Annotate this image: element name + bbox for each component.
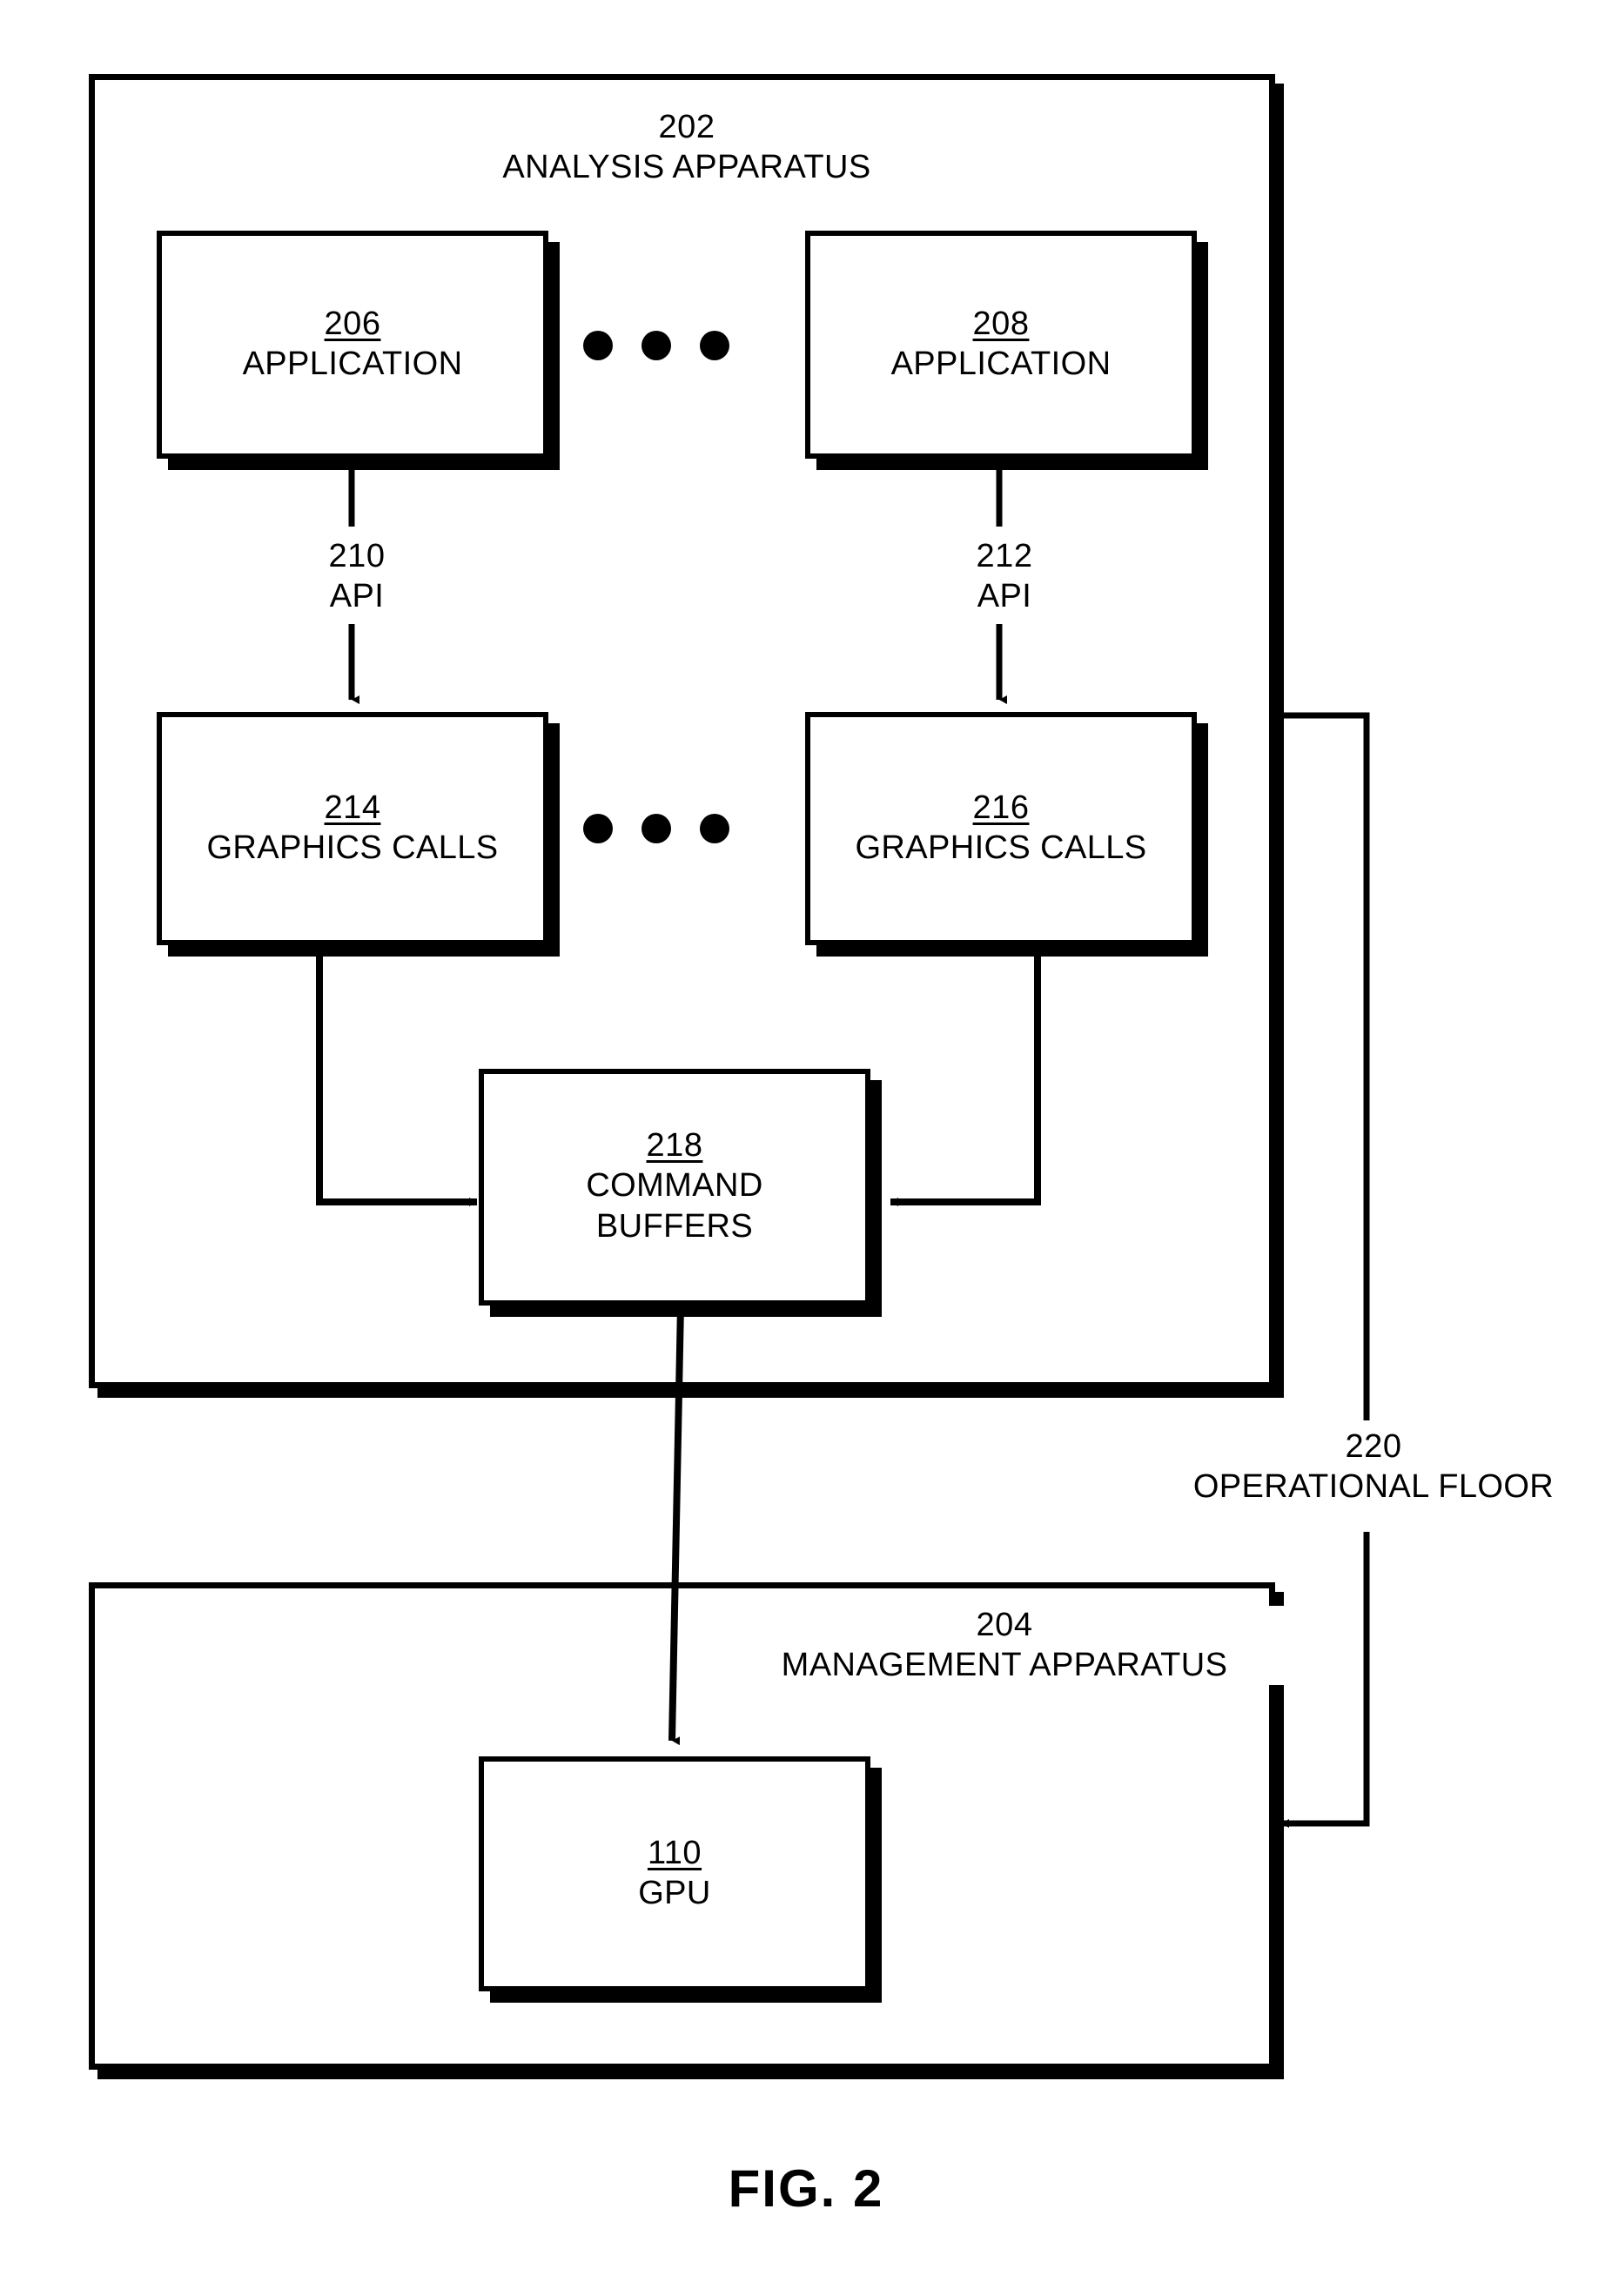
command-buffers-label: COMMAND BUFFERS [586, 1165, 762, 1248]
operational-floor-label: OPERATIONAL FLOOR [1192, 1467, 1555, 1505]
figure-caption: FIG. 2 [728, 2159, 884, 2218]
management-apparatus-caption: 204 MANAGEMENT APPARATUS [703, 1606, 1306, 1686]
analysis-apparatus-caption: 202 ANALYSIS APPARATUS [438, 108, 936, 188]
ellipsis-graphics-calls [583, 814, 729, 843]
graphics-calls-right-ref: 216 [972, 789, 1030, 827]
command-buffers-box[interactable]: 218 COMMAND BUFFERS [479, 1069, 870, 1306]
graphics-calls-right-label: GRAPHICS CALLS [855, 829, 1147, 867]
connector-operational-floor-upper [1275, 712, 1370, 1420]
ellipsis-dot [641, 814, 671, 843]
api-left-caption: 210 API [273, 537, 440, 617]
application-right-label: APPLICATION [890, 346, 1112, 383]
ellipsis-dot [583, 814, 613, 843]
ellipsis-applications [583, 331, 729, 360]
ellipsis-dot [583, 331, 613, 360]
graphics-calls-left-box[interactable]: 214 GRAPHICS CALLS [157, 712, 548, 945]
api-right-label: API [977, 577, 1032, 614]
application-left-box[interactable]: 206 APPLICATION [157, 231, 548, 459]
application-left-label: APPLICATION [242, 346, 463, 383]
analysis-apparatus-ref: 202 [658, 109, 715, 145]
ellipsis-dot [700, 331, 729, 360]
operational-floor-caption: 220 OPERATIONAL FLOOR [1142, 1427, 1605, 1507]
figure-page: 202 ANALYSIS APPARATUS 206 APPLICATION 2… [0, 0, 1612, 2296]
operational-floor-ref: 220 [1345, 1428, 1402, 1465]
ellipsis-dot [700, 814, 729, 843]
gpu-box[interactable]: 110 GPU [479, 1756, 870, 1991]
ellipsis-dot [641, 331, 671, 360]
gpu-ref: 110 [647, 1835, 702, 1872]
api-left-label: API [329, 577, 385, 614]
command-buffers-label-line2: BUFFERS [595, 1208, 754, 1245]
command-buffers-label-line1: COMMAND [586, 1166, 763, 1204]
graphics-calls-right-box[interactable]: 216 GRAPHICS CALLS [805, 712, 1197, 945]
api-right-caption: 212 API [921, 537, 1088, 617]
command-buffers-ref: 218 [646, 1127, 703, 1165]
application-right-box[interactable]: 208 APPLICATION [805, 231, 1197, 459]
management-apparatus-label: MANAGEMENT APPARATUS [781, 1646, 1228, 1683]
api-right-ref: 212 [976, 538, 1033, 574]
analysis-apparatus-label: ANALYSIS APPARATUS [502, 148, 871, 185]
application-left-ref: 206 [324, 305, 381, 343]
application-right-ref: 208 [972, 305, 1030, 343]
graphics-calls-left-ref: 214 [324, 789, 381, 827]
graphics-calls-left-label: GRAPHICS CALLS [206, 829, 499, 867]
management-apparatus-ref: 204 [976, 1607, 1033, 1643]
api-left-ref: 210 [328, 538, 386, 574]
gpu-label: GPU [638, 1875, 711, 1912]
